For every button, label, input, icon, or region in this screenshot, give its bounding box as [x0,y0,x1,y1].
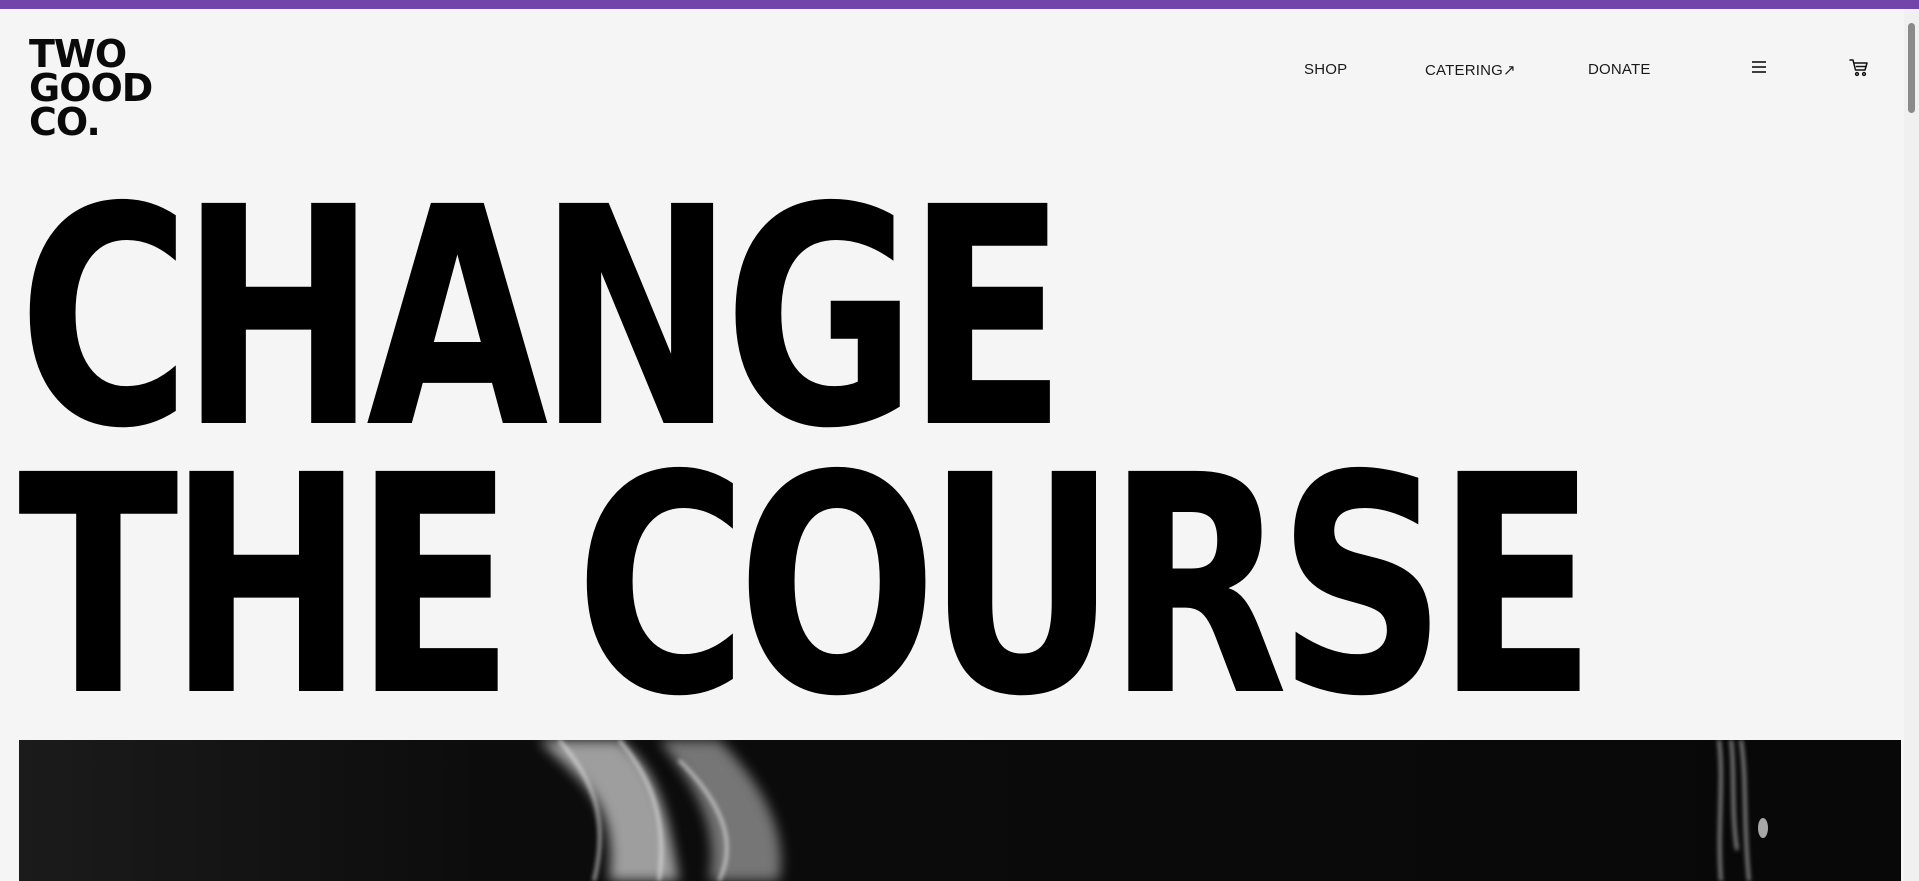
logo-line-3: CO. [29,100,101,144]
accent-top-bar [0,0,1919,9]
nav-catering-link[interactable]: CATERING↗ [1425,61,1516,79]
headline-line-2: THE COURSE [18,412,1597,763]
page-scrollbar[interactable] [1904,9,1919,881]
nav-shop-link[interactable]: SHOP [1304,61,1347,78]
brand-logo[interactable]: TWO GOOD CO. [29,35,153,144]
nav-donate-link[interactable]: DONATE [1588,61,1651,78]
page: TWO GOOD CO. SHOP CATERING↗ DONATE CHANG… [0,0,1919,881]
hero-headline: CHANGE THE COURSE [18,169,1597,763]
cart-icon[interactable] [1848,56,1870,78]
hero-smoke-image [19,740,1901,881]
scrollbar-thumb[interactable] [1908,23,1915,113]
menu-icon[interactable] [1748,56,1770,78]
